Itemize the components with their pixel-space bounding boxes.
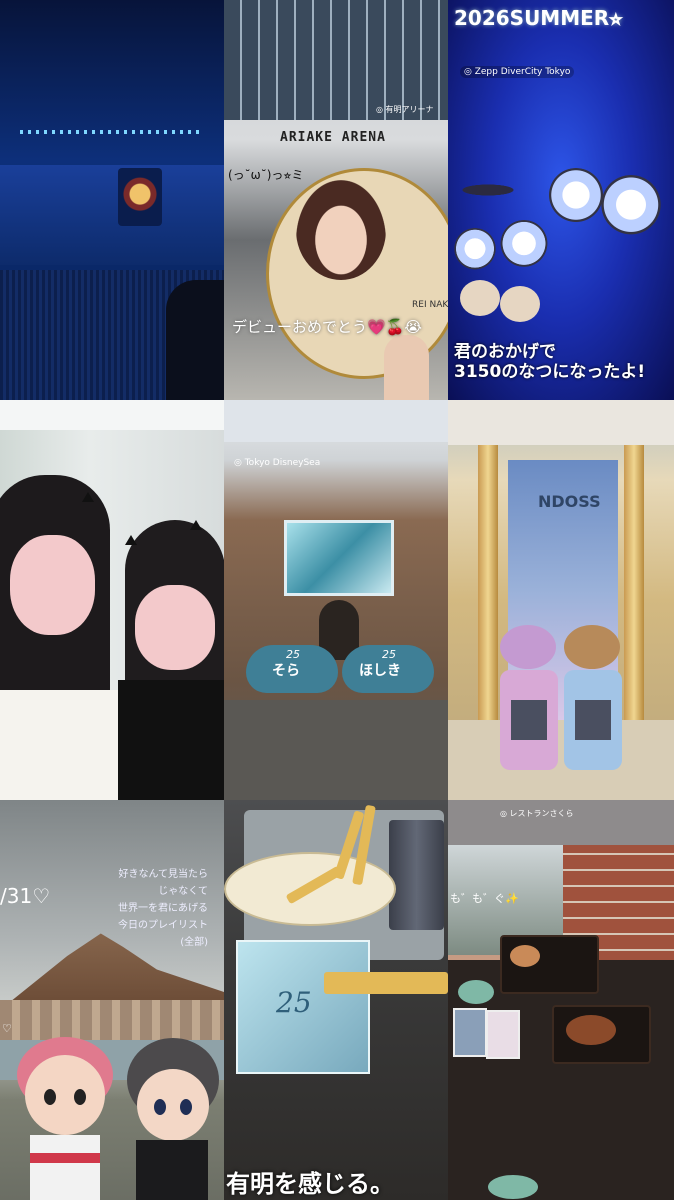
tile-tokyo-disneysea: ◎ Tokyo DisneySea 25 25 そら ほしき [224, 400, 448, 800]
building-sign: ARIAKE ARENA [280, 130, 386, 145]
lightstick-icon [546, 168, 606, 228]
photo-card [453, 1008, 487, 1057]
caption-line: 3150のなつになったよ! [454, 362, 646, 382]
lyrics-line: 世界一を君にあげる [118, 903, 208, 914]
top-band [448, 400, 674, 445]
tile-selfie [0, 400, 224, 800]
cat-ear-icon [82, 492, 94, 502]
ground [224, 700, 448, 800]
caption-text: デビューおめでとう💗🍒😭 [232, 318, 422, 336]
tile-arena-concert [0, 0, 224, 400]
fan-name: REI NAKAM [412, 300, 448, 310]
person-clothing [0, 690, 120, 800]
fan-portrait [296, 180, 386, 280]
french-fry-held [324, 972, 448, 994]
lightstick-icon [452, 228, 498, 274]
anniversary-banner [284, 520, 394, 596]
tile-duffy-display: NDOSS [448, 400, 674, 800]
lightstick-icon [498, 220, 550, 272]
food [510, 945, 540, 967]
name-card-text: ほしき [359, 663, 401, 679]
display-sign: NDOSS [538, 492, 601, 511]
lyrics-line: (全部) [180, 937, 208, 948]
emoticon-text: (っ˘ω˘)っ⭐︎ミ [228, 168, 304, 182]
top-band [448, 800, 674, 845]
blurred-face [10, 535, 95, 635]
hand [384, 335, 429, 400]
name-card-text: そら [272, 663, 300, 679]
person-clothing [118, 680, 224, 800]
display-base [448, 720, 674, 800]
stage-emblem-screen [118, 168, 162, 226]
tile-restaurant: ◎ レストランさくら も゛も゛ぐ✨ [448, 800, 674, 1200]
foreground-silhouette [166, 280, 224, 400]
side-dish-bowl [488, 1175, 538, 1199]
tile-zepp-concert: 2026SUMMER⭐︎ ◎ Zepp DiverCity Tokyo 君のおか… [448, 0, 674, 400]
caption-text: も゛も゛ぐ✨ [450, 892, 519, 905]
plush-doll-left [17, 1037, 113, 1200]
location-sticker: ◎ Tokyo DisneySea [234, 458, 321, 468]
lyrics-text: 好きなんて見当たら じゃなくて 世界一を君にあげる 今日のプレイリスト (全部) [118, 866, 208, 951]
case-label: 25 [276, 986, 312, 1019]
location-sticker: ◎ Zepp DiverCity Tokyo [460, 66, 575, 78]
photo-card [575, 700, 611, 740]
caption-line: 君のおかげで [454, 342, 556, 362]
drink-cup [389, 820, 444, 930]
photo-collage: ◎ 有明アリーナ ARIAKE ARENA REI NAKAM (っ˘ω˘)っ⭐… [0, 0, 674, 1200]
photo-card [486, 1010, 520, 1059]
caption-text: 有明を感じる。 [226, 1170, 394, 1198]
story-title: 2026SUMMER⭐︎ [454, 6, 623, 30]
top-band [0, 400, 224, 430]
caption-text: 君のおかげで 3150のなつになったよ! [454, 342, 645, 382]
side-dish-bowl [458, 980, 494, 1004]
location-sticker: ◎ 有明アリーナ [376, 105, 434, 114]
gold-column [478, 445, 498, 755]
tile-ariake-arena: ◎ 有明アリーナ ARIAKE ARENA REI NAKAM (っ˘ω˘)っ⭐… [224, 0, 448, 400]
location-sticker: ◎ レストランさくら [500, 809, 574, 818]
photo-card [511, 700, 547, 740]
plush-toy [460, 280, 500, 316]
arena-building [224, 0, 448, 120]
gold-column [624, 445, 644, 755]
plush-charm-icon [564, 625, 620, 669]
stage [0, 165, 224, 265]
top-band [224, 400, 448, 442]
lightstick-icon [598, 175, 664, 241]
stage-lights [20, 130, 200, 134]
cat-ear-icon [190, 520, 202, 530]
lyrics-line: 好きなんて見当たら [118, 869, 209, 880]
lyrics-line: 今日のプレイリスト [118, 920, 208, 931]
blurred-face [135, 585, 215, 670]
tile-fries: 25 有明を感じる。 [224, 800, 448, 1200]
date-text: /31♡ [0, 884, 51, 908]
plush-toy [500, 286, 540, 322]
food [566, 1015, 616, 1045]
plush-charm-icon [500, 625, 556, 669]
plush-doll-right [127, 1038, 219, 1200]
cat-ear-icon [125, 535, 137, 545]
lyrics-line: じゃなくて [158, 886, 208, 897]
tile-volcano-view: /31♡ 好きなんて見当たら じゃなくて 世界一を君にあげる 今日のプレイリスト… [0, 800, 224, 1200]
